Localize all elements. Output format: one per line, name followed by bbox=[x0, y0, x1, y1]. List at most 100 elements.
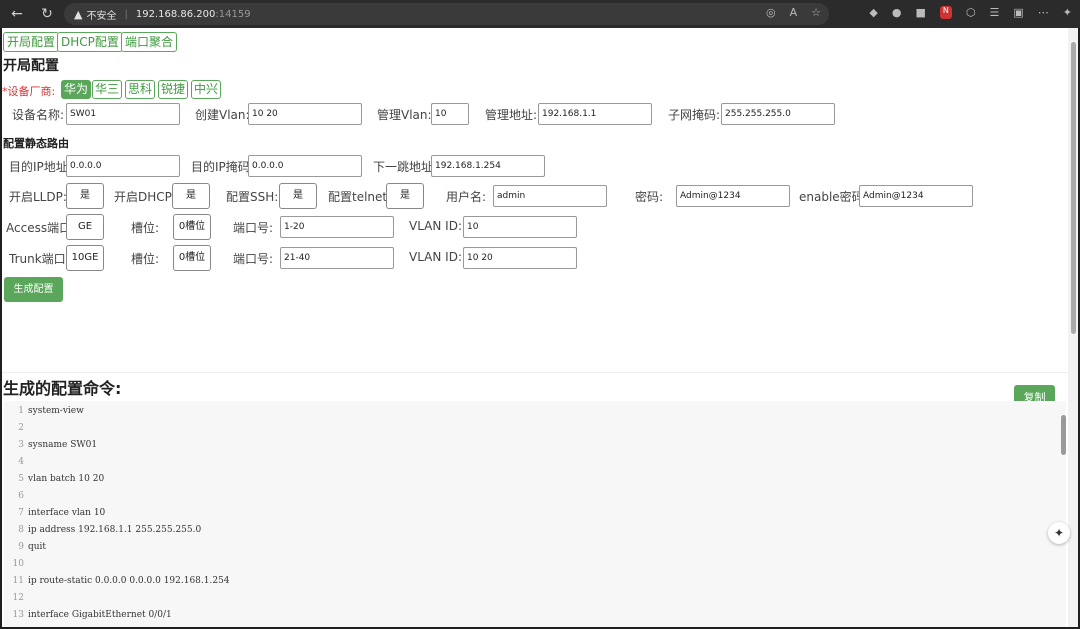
device-name-label: 设备名称: bbox=[12, 108, 65, 122]
address-bar[interactable]: ▲ 不安全 | 192.168.86.200 :14159 ◎ A ☆ bbox=[64, 3, 829, 25]
code-text: ip route-static 0.0.0.0 0.0.0.0 192.168.… bbox=[28, 576, 230, 586]
url-port: :14159 bbox=[215, 8, 251, 20]
lldp-select[interactable]: 是 bbox=[66, 183, 104, 209]
dest-ip-label: 目的IP地址 bbox=[9, 160, 68, 174]
refresh-icon[interactable]: ↻ bbox=[36, 3, 58, 25]
extension-icon[interactable]: ● bbox=[892, 6, 902, 19]
vendor-h3c-button[interactable]: 华三 bbox=[92, 80, 123, 99]
code-line: 4 bbox=[4, 454, 28, 471]
telnet-label: 配置telnet: bbox=[328, 190, 392, 204]
code-text: vlan batch 10 20 bbox=[28, 474, 105, 484]
mgmt-addr-label: 管理地址: bbox=[485, 108, 538, 122]
code-scrollbar[interactable] bbox=[1061, 415, 1066, 455]
page-title: 开局配置 bbox=[3, 58, 59, 74]
ssh-select[interactable]: 是 bbox=[279, 183, 317, 209]
tab-dhcp-config[interactable]: DHCP配置 bbox=[57, 32, 123, 52]
trunk-vlan-label: VLAN ID: bbox=[409, 250, 462, 264]
access-portno-label: 端口号: bbox=[233, 221, 274, 235]
translate-icon[interactable]: ◎ bbox=[766, 6, 776, 19]
access-port-type-select[interactable]: GE bbox=[66, 214, 104, 240]
code-line: 11 ip route-static 0.0.0.0 0.0.0.0 192.16… bbox=[4, 573, 230, 590]
code-line: 6 bbox=[4, 488, 28, 505]
page-scrollbar-thumb[interactable] bbox=[1071, 42, 1076, 334]
trunk-port-label: Trunk端口 bbox=[9, 252, 66, 266]
url-host: 192.168.86.200 bbox=[135, 8, 216, 20]
line-number: 2 bbox=[18, 423, 24, 433]
more-icon[interactable]: ⋯ bbox=[1038, 6, 1049, 19]
extension-icon[interactable]: ◆ bbox=[869, 6, 877, 19]
access-slot-select[interactable]: 0槽位 bbox=[173, 214, 211, 240]
subnet-mask-input[interactable]: 255.255.255.0 bbox=[721, 103, 835, 125]
favorites-icon[interactable]: ☰ bbox=[990, 6, 1000, 19]
dest-mask-input[interactable]: 0.0.0.0 bbox=[248, 155, 362, 177]
code-line: 3 sysname SW01 bbox=[4, 437, 97, 454]
line-number: 13 bbox=[12, 610, 24, 620]
mgmt-vlan-label: 管理Vlan: bbox=[377, 108, 432, 122]
tab-basic-config[interactable]: 开局配置 bbox=[3, 32, 60, 52]
sparkle-icon[interactable]: ✦ bbox=[1048, 522, 1070, 544]
dest-mask-label: 目的IP掩码 bbox=[191, 160, 250, 174]
trunk-portno-input[interactable]: 21-40 bbox=[280, 247, 394, 269]
collections-icon[interactable]: ▣ bbox=[1013, 6, 1023, 19]
next-hop-label: 下一跳地址 bbox=[373, 160, 434, 174]
telnet-select[interactable]: 是 bbox=[386, 183, 424, 209]
dhcp-select[interactable]: 是 bbox=[172, 183, 210, 209]
username-label: 用户名: bbox=[446, 190, 487, 204]
code-line: 5 vlan batch 10 20 bbox=[4, 471, 104, 488]
access-port-label: Access端口 bbox=[6, 221, 72, 235]
read-aloud-icon[interactable]: A bbox=[790, 6, 798, 19]
address-separator: | bbox=[124, 8, 128, 20]
dest-ip-input[interactable]: 0.0.0.0 bbox=[66, 155, 180, 177]
line-number: 4 bbox=[18, 457, 24, 467]
next-hop-input[interactable]: 192.168.1.254 bbox=[431, 155, 545, 177]
copilot-icon[interactable]: ✦ bbox=[1063, 6, 1072, 19]
access-portno-input[interactable]: 1-20 bbox=[280, 216, 394, 238]
username-input[interactable]: admin bbox=[493, 185, 607, 207]
line-number: 3 bbox=[18, 440, 24, 450]
line-number: 8 bbox=[18, 525, 24, 535]
code-line: 8 ip address 192.168.1.1 255.255.255.0 bbox=[4, 522, 201, 539]
tab-port-aggregation[interactable]: 端口聚合 bbox=[121, 32, 178, 52]
enable-password-label: enable密码 bbox=[799, 190, 864, 204]
mgmt-addr-input[interactable]: 192.168.1.1 bbox=[538, 103, 652, 125]
line-number: 7 bbox=[18, 508, 24, 518]
vendor-label: *设备厂商: bbox=[2, 85, 56, 98]
lldp-label: 开启LLDP: bbox=[9, 190, 67, 204]
create-vlan-label: 创建Vlan: bbox=[195, 108, 250, 122]
code-line: 7 interface vlan 10 bbox=[4, 505, 105, 522]
code-text: sysname SW01 bbox=[28, 440, 98, 450]
trunk-vlan-input[interactable]: 10 20 bbox=[463, 247, 577, 269]
create-vlan-input[interactable]: 10 20 bbox=[248, 103, 362, 125]
back-icon[interactable]: ← bbox=[6, 3, 28, 25]
insecure-label: 不安全 bbox=[86, 10, 117, 22]
page-scrollbar[interactable] bbox=[1068, 28, 1078, 627]
trunk-port-type-select[interactable]: 10GE bbox=[66, 245, 104, 271]
trunk-slot-select[interactable]: 0槽位 bbox=[173, 245, 211, 271]
enable-password-input[interactable]: Admin@1234 bbox=[859, 185, 973, 207]
code-line: 10 bbox=[4, 556, 28, 573]
vendor-ruijie-button[interactable]: 锐捷 bbox=[158, 80, 189, 99]
static-route-title: 配置静态路由 bbox=[3, 137, 69, 150]
code-text: quit bbox=[28, 542, 47, 552]
code-text: system-view bbox=[28, 406, 84, 416]
vendor-cisco-button[interactable]: 思科 bbox=[125, 80, 156, 99]
dhcp-label: 开启DHCP: bbox=[114, 190, 176, 204]
config-code-block[interactable]: 1 system-view 2 3 sysname SW01 4 5 vlan batch 1… bbox=[4, 401, 1066, 627]
vendor-zte-button[interactable]: 中兴 bbox=[191, 80, 222, 99]
extension-icon[interactable]: ■ bbox=[916, 6, 926, 19]
mgmt-vlan-input[interactable]: 10 bbox=[431, 103, 469, 125]
favorite-star-icon[interactable]: ☆ bbox=[811, 6, 821, 19]
vendor-huawei-button[interactable]: 华为 bbox=[61, 80, 92, 99]
line-number: 11 bbox=[12, 576, 24, 586]
code-line: 12 bbox=[4, 590, 28, 607]
trunk-portno-label: 端口号: bbox=[233, 252, 274, 266]
generate-config-button[interactable]: 生成配置 bbox=[4, 277, 63, 302]
extensions-icon[interactable]: ⬡ bbox=[966, 6, 976, 19]
code-line: 13 interface GigabitEthernet 0/0/1 bbox=[4, 607, 172, 624]
password-input[interactable]: Admin@1234 bbox=[676, 185, 790, 207]
device-name-input[interactable]: SW01 bbox=[66, 103, 180, 125]
line-number: 5 bbox=[18, 474, 24, 484]
extension-icon[interactable]: N bbox=[939, 6, 952, 19]
code-text: interface vlan 10 bbox=[28, 508, 106, 518]
access-vlan-input[interactable]: 10 bbox=[463, 216, 577, 238]
